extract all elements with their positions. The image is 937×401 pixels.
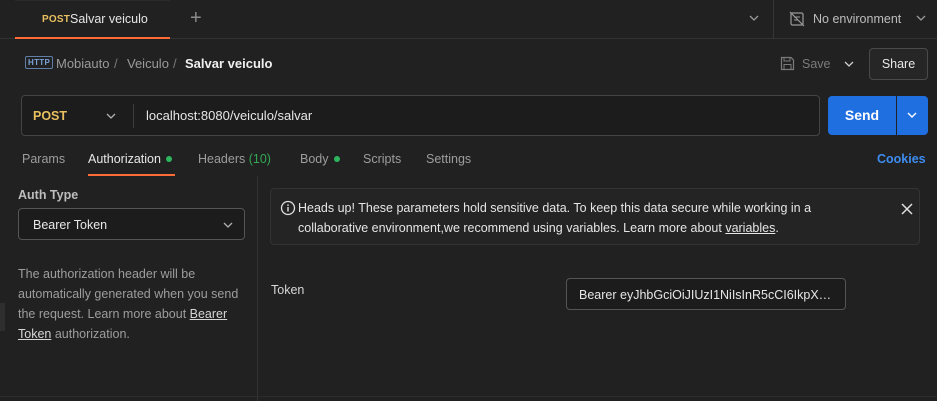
method-select-value: POST (33, 109, 68, 123)
headers-count-badge: (10) (248, 152, 271, 166)
url-input[interactable]: localhost:8080/veiculo/salvar (146, 108, 312, 123)
send-button[interactable]: Send (828, 96, 896, 135)
close-icon[interactable] (900, 202, 914, 216)
variables-docs-link[interactable]: variables (725, 221, 775, 235)
tab-headers-label: Headers (198, 152, 246, 166)
tab-body[interactable]: Body (300, 152, 340, 166)
active-tab-indicator (15, 37, 170, 39)
info-icon (280, 200, 296, 216)
request-tab-method: POST (42, 14, 71, 25)
sensitive-data-notice: Heads up! These parameters hold sensitiv… (270, 188, 920, 245)
auth-help-text-suffix: authorization. (51, 327, 130, 341)
token-input[interactable]: Bearer eyJhbGciOiJIUzI1NiIsInR5cCI6IkpXV… (566, 278, 846, 310)
url-bar: POST localhost:8080/veiculo/salvar (21, 95, 820, 136)
tab-authorization-label: Authorization (88, 152, 161, 166)
tab-settings[interactable]: Settings (426, 152, 471, 166)
divider (773, 0, 774, 39)
pane-divider[interactable] (257, 176, 258, 401)
auth-type-label: Auth Type (18, 188, 79, 202)
tab-headers[interactable]: Headers (10) (198, 152, 271, 166)
tab-scripts[interactable]: Scripts (363, 152, 401, 166)
active-tab-indicator (88, 174, 175, 176)
divider (133, 104, 134, 128)
request-tab-name: Salvar veiculo (70, 12, 148, 26)
save-icon (780, 56, 795, 71)
sidebar-collapse-handle[interactable] (0, 303, 5, 331)
share-button[interactable]: Share (869, 48, 928, 80)
chevron-down-icon (223, 222, 233, 228)
status-dot (333, 155, 340, 162)
http-request-icon: HTTP (25, 56, 54, 69)
method-select[interactable]: POST (22, 96, 133, 135)
request-tab-salvar-veiculo[interactable]: POST Salvar veiculo (15, 0, 170, 39)
notice-message: Heads up! These parameters hold sensitiv… (298, 198, 878, 238)
chevron-down-icon[interactable] (748, 12, 760, 24)
token-value: Bearer eyJhbGciOiJIUzI1NiIsInR5cCI6IkpXV… (579, 288, 835, 302)
chevron-down-icon[interactable] (915, 12, 927, 24)
cookies-link[interactable]: Cookies (877, 152, 926, 166)
divider (0, 396, 937, 397)
breadcrumb-separator: / (114, 56, 118, 71)
tab-body-label: Body (300, 152, 329, 166)
breadcrumb-collection[interactable]: Mobiauto (56, 56, 109, 71)
breadcrumb-folder[interactable]: Veiculo (127, 56, 169, 71)
postman-request-editor: POST Salvar veiculo + No environment HTT… (0, 0, 937, 401)
chevron-down-icon (844, 61, 854, 67)
status-dot (165, 155, 172, 162)
breadcrumb-request-name[interactable]: Salvar veiculo (185, 56, 272, 71)
plus-icon[interactable]: + (190, 8, 202, 28)
save-button[interactable]: Save (802, 57, 831, 71)
auth-type-value: Bearer Token (33, 218, 108, 232)
notice-suffix: . (775, 221, 779, 235)
no-environment-icon (789, 11, 805, 27)
chevron-down-icon (106, 113, 116, 119)
chevron-down-icon (907, 112, 917, 118)
token-label: Token (271, 283, 305, 297)
breadcrumb-separator: / (173, 56, 177, 71)
send-options-button[interactable] (897, 96, 928, 135)
auth-help-text: The authorization header will be automat… (18, 264, 254, 344)
tab-authorization[interactable]: Authorization (88, 152, 172, 166)
request-tab-bar: POST Salvar veiculo + No environment (0, 0, 937, 39)
save-options-button[interactable] (837, 49, 861, 79)
tab-params[interactable]: Params (22, 152, 65, 166)
auth-type-select[interactable]: Bearer Token (18, 208, 245, 240)
environment-selector[interactable]: No environment (813, 12, 901, 26)
